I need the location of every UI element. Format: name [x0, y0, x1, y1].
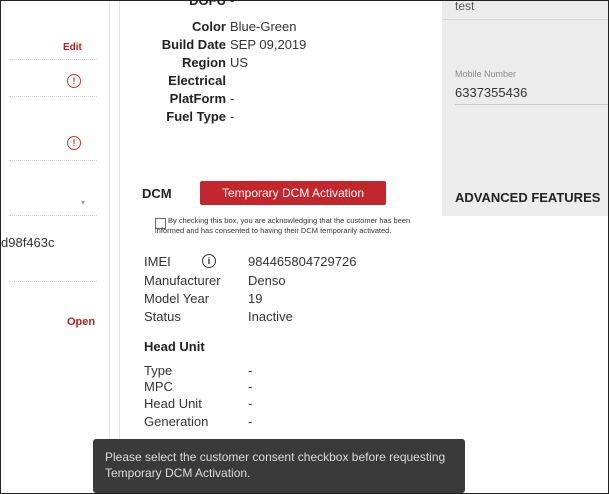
temporary-dcm-activation-button[interactable]: Temporary DCM Activation [200, 181, 386, 205]
alert-icon: ! [67, 136, 81, 150]
vehicle-details-panel: DOFU - Color Blue-Green Build Date SEP 0… [119, 0, 442, 493]
open-link[interactable]: Open [67, 316, 95, 328]
model-year-value: 19 [248, 291, 263, 306]
build-date-value: SEP 09,2019 [230, 37, 307, 52]
platform-label: PlatForm [169, 91, 226, 106]
dofu-label: DOFU [189, 0, 226, 8]
head-unit-value: - [248, 396, 253, 411]
platform-value: - [230, 91, 235, 106]
edit-link[interactable]: Edit [63, 42, 82, 53]
right-lower-area [442, 216, 608, 493]
head-unit-type-value: - [248, 363, 253, 378]
fuel-type-value: - [230, 109, 235, 124]
status-value: Inactive [248, 309, 293, 324]
mobile-number-value: 6337355436 [455, 85, 528, 100]
region-label: Region [181, 55, 226, 70]
vin-fragment: d98f463c [1, 235, 55, 250]
imei-label: IMEI [144, 254, 171, 269]
color-value: Blue-Green [230, 19, 297, 34]
head-unit-type-label: Type [144, 363, 173, 378]
dofu-value: - [230, 0, 235, 8]
alert-icon: ! [67, 74, 81, 88]
screenshot-frame: Edit ! ! ▾ d98f463c Open DOFU - Color Bl… [0, 0, 609, 494]
head-unit-title: Head Unit [144, 339, 205, 354]
toast-notification: Please select the customer consent check… [93, 439, 465, 493]
imei-value: 984465804729726 [248, 254, 357, 269]
generation-value: - [248, 414, 253, 429]
customer-field-value: test [455, 0, 475, 13]
manufacturer-label: Manufacturer [144, 273, 221, 288]
divider [9, 215, 97, 216]
mpc-label: MPC [144, 379, 173, 394]
divider [9, 59, 97, 60]
divider [9, 160, 97, 161]
divider [442, 19, 608, 20]
advanced-features-title: ADVANCED FEATURES [455, 190, 601, 205]
dcm-title: DCM [142, 186, 172, 201]
divider [455, 104, 608, 105]
fuel-type-label: Fuel Type [166, 109, 226, 124]
electrical-label: Electrical [168, 73, 226, 88]
generation-label: Generation [144, 414, 209, 429]
info-icon[interactable]: i [202, 254, 216, 268]
mpc-value: - [248, 379, 253, 394]
customer-info-panel: test Mobile Number 6337355436 ADVANCED F… [442, 0, 608, 216]
head-unit-label: Head Unit [144, 396, 202, 411]
divider [9, 281, 97, 282]
divider [9, 96, 97, 97]
mobile-number-label: Mobile Number [455, 69, 517, 79]
chevron-down-icon[interactable]: ▾ [81, 198, 85, 207]
build-date-label: Build Date [161, 37, 226, 52]
status-label: Status [144, 309, 181, 324]
left-panel: Edit ! ! ▾ d98f463c Open [1, 1, 110, 493]
model-year-label: Model Year [144, 291, 210, 306]
manufacturer-value: Denso [248, 273, 286, 288]
region-value: US [230, 55, 249, 70]
consent-text: By checking this box, you are acknowledg… [155, 216, 411, 235]
color-label: Color [192, 19, 226, 34]
